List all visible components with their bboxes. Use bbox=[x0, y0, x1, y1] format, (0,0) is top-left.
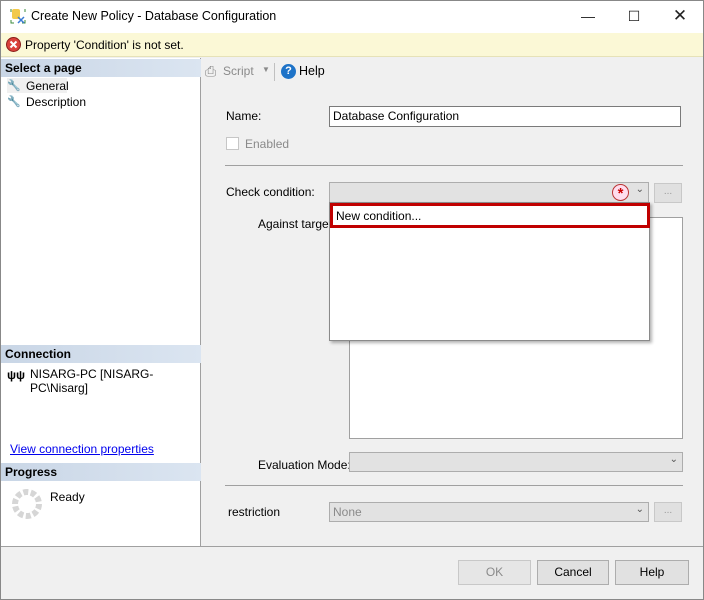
connection-header: Connection bbox=[1, 345, 201, 363]
divider bbox=[225, 485, 683, 486]
wrench-icon: 🔧 bbox=[7, 96, 21, 108]
restriction-combo[interactable]: None ⌄ bbox=[329, 502, 649, 522]
script-icon: ⎙ bbox=[205, 63, 217, 79]
error-banner: Property 'Condition' is not set. bbox=[1, 33, 703, 57]
sidebar-item-label: Description bbox=[26, 95, 87, 109]
title-bar: Create New Policy - Database Configurati… bbox=[1, 1, 703, 33]
help-label: Help bbox=[299, 64, 325, 78]
dialog-window: Create New Policy - Database Configurati… bbox=[0, 0, 704, 600]
sidebar-item-description[interactable]: 🔧 Description bbox=[7, 94, 97, 109]
progress-spinner-icon bbox=[11, 488, 43, 523]
maximize-button[interactable]: ☐ bbox=[611, 1, 657, 31]
sidebar: Select a page 🔧 General 🔧 Description Co… bbox=[1, 58, 201, 546]
progress-status: Ready bbox=[50, 490, 85, 504]
footer-divider bbox=[1, 546, 703, 547]
window-title: Create New Policy - Database Configurati… bbox=[31, 9, 277, 23]
connection-icon: ψψ bbox=[7, 368, 26, 382]
error-message: Property 'Condition' is not set. bbox=[25, 38, 184, 52]
close-button[interactable]: ✕ bbox=[657, 1, 703, 31]
progress-header: Progress bbox=[1, 463, 201, 481]
required-error-icon: * bbox=[612, 184, 629, 202]
toolbar-divider bbox=[274, 63, 275, 81]
check-condition-combo[interactable]: * ⌄ bbox=[329, 182, 649, 203]
sidebar-item-label: General bbox=[26, 79, 69, 93]
ok-button[interactable]: OK bbox=[458, 560, 531, 585]
name-label: Name: bbox=[226, 109, 262, 123]
script-label: Script bbox=[223, 64, 254, 78]
enabled-checkbox[interactable] bbox=[226, 137, 239, 150]
check-condition-ellipsis-button[interactable]: ... bbox=[654, 183, 682, 203]
select-page-header: Select a page bbox=[1, 59, 201, 77]
restriction-ellipsis-button[interactable]: ... bbox=[654, 502, 682, 522]
chevron-down-icon: ⌄ bbox=[635, 184, 644, 195]
help-icon: ? bbox=[281, 64, 296, 79]
script-button[interactable]: ⎙ Script ▼ bbox=[205, 63, 270, 81]
sidebar-item-general[interactable]: 🔧 General bbox=[7, 78, 69, 93]
wrench-icon: 🔧 bbox=[7, 80, 21, 92]
chevron-down-icon: ⌄ bbox=[669, 454, 678, 465]
cancel-button[interactable]: Cancel bbox=[537, 560, 609, 585]
dropdown-option-new-condition[interactable]: New condition... bbox=[330, 203, 650, 228]
chevron-down-icon: ▼ bbox=[262, 65, 270, 74]
connection-name: NISARG-PC [NISARG-PC\Nisarg] bbox=[30, 367, 154, 395]
divider bbox=[225, 165, 683, 166]
restriction-value: None bbox=[333, 505, 362, 519]
restriction-label: restriction bbox=[228, 505, 281, 519]
policy-icon bbox=[10, 8, 26, 24]
evaluation-mode-combo[interactable]: ⌄ bbox=[349, 452, 683, 472]
minimize-button[interactable]: — bbox=[565, 1, 611, 31]
name-input[interactable]: Database Configuration bbox=[329, 106, 681, 127]
error-icon bbox=[6, 37, 21, 55]
enabled-label: Enabled bbox=[245, 137, 290, 151]
evaluation-mode-label: Evaluation Mode: bbox=[258, 458, 351, 472]
check-condition-label: Check condition: bbox=[226, 185, 315, 199]
view-connection-properties-link[interactable]: View connection properties bbox=[10, 442, 154, 456]
help-button[interactable]: Help bbox=[615, 560, 689, 585]
chevron-down-icon: ⌄ bbox=[635, 504, 644, 515]
check-condition-dropdown: New condition... bbox=[329, 202, 650, 341]
